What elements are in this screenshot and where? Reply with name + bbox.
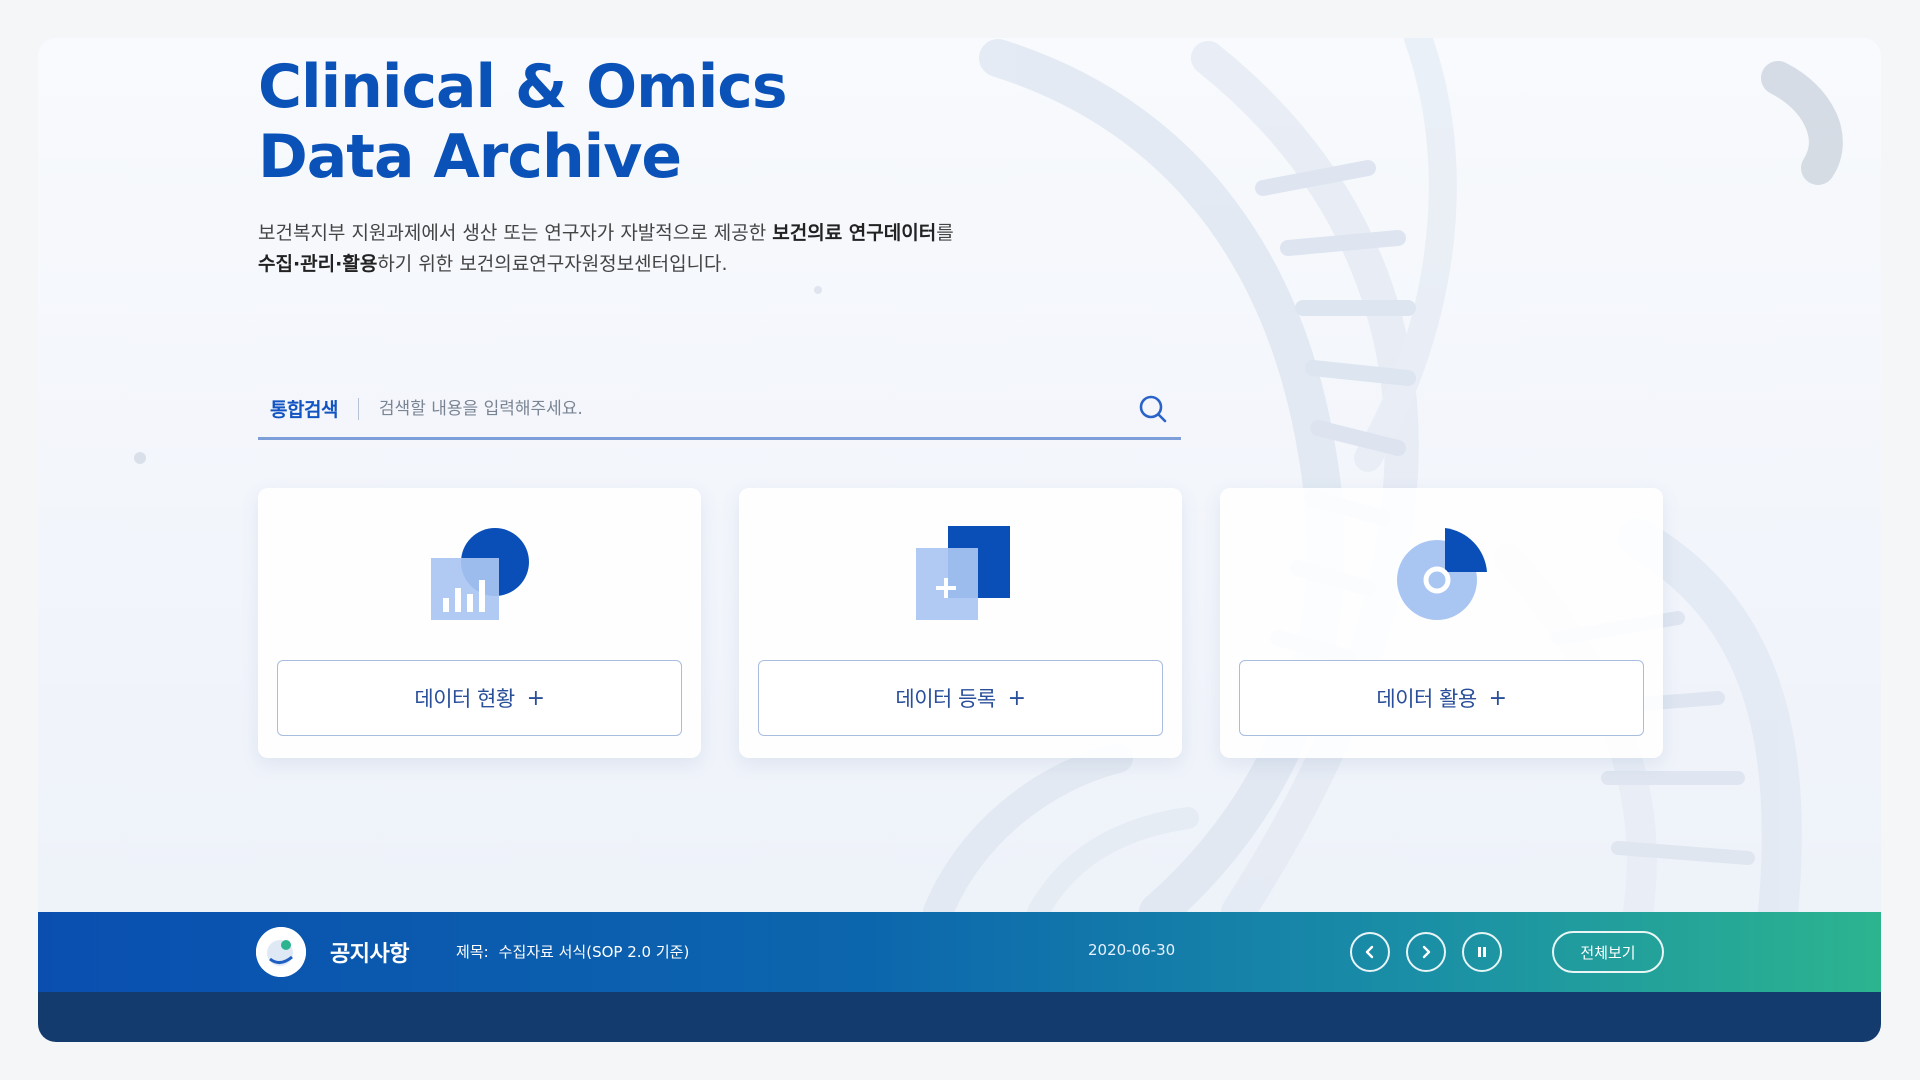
bar-chart-icon xyxy=(430,528,529,620)
desc-text-3: 하기 위한 보건의료연구자원정보센터입니다. xyxy=(377,253,728,275)
title-line-2: Data Archive xyxy=(258,122,682,192)
quick-menu-cards: 데이터 현황 + 데이터 등록 + 데이터 활용 + xyxy=(258,488,1663,758)
card-data-register: 데이터 등록 + xyxy=(739,488,1182,758)
plus-icon: + xyxy=(1007,685,1026,711)
card-data-status: 데이터 현황 + xyxy=(258,488,701,758)
hero-section: Clinical & Omics Data Archive 보건복지부 지원과제… xyxy=(38,38,1881,912)
desc-text-2: 를 xyxy=(936,222,954,244)
notice-item-label: 제목: xyxy=(456,943,489,961)
pause-icon[interactable] xyxy=(1462,932,1502,972)
desc-text-1: 보건복지부 지원과제에서 생산 또는 연구자가 자발적으로 제공한 xyxy=(258,222,773,244)
notice-date: 2020-06-30 xyxy=(1088,941,1176,959)
notice-logo-icon xyxy=(256,927,306,977)
chevron-left-icon[interactable] xyxy=(1350,932,1390,972)
card-data-utilize: 데이터 활용 + xyxy=(1220,488,1663,758)
search-icon[interactable] xyxy=(1131,387,1175,431)
desc-bold-1: 보건의료 연구데이터 xyxy=(772,222,937,244)
search-label: 통합검색 xyxy=(270,399,338,421)
plus-icon: + xyxy=(526,685,545,711)
notice-title: 공지사항 xyxy=(330,942,409,967)
hero-description: 보건복지부 지원과제에서 생산 또는 연구자가 자발적으로 제공한 보건의료 연… xyxy=(258,218,1218,280)
data-utilize-label: 데이터 활용 xyxy=(1376,687,1477,711)
notice-item-text: 수집자료 서식(SOP 2.0 기준) xyxy=(498,943,690,961)
data-register-label: 데이터 등록 xyxy=(895,687,996,711)
chevron-right-icon[interactable] xyxy=(1406,932,1446,972)
page-frame: Clinical & Omics Data Archive 보건복지부 지원과제… xyxy=(38,38,1881,1042)
data-status-button[interactable]: 데이터 현황 + xyxy=(277,660,682,736)
data-register-button[interactable]: 데이터 등록 + xyxy=(758,660,1163,736)
title-line-1: Clinical & Omics xyxy=(258,52,788,122)
desc-bold-2: 수집·관리·활용 xyxy=(258,253,378,275)
data-utilize-button[interactable]: 데이터 활용 + xyxy=(1239,660,1644,736)
pie-chart-icon xyxy=(1396,528,1487,620)
data-status-label: 데이터 현황 xyxy=(414,687,515,711)
notice-bar: 공지사항 제목: 수집자료 서식(SOP 2.0 기준) 2020-06-30 전… xyxy=(38,912,1881,992)
view-all-button[interactable]: 전체보기 xyxy=(1552,931,1664,973)
search-divider xyxy=(357,397,359,420)
integrated-search-bar: 통합검색 xyxy=(258,380,1181,440)
footer-band xyxy=(38,992,1881,1042)
notice-item-link[interactable]: 제목: 수집자료 서식(SOP 2.0 기준) xyxy=(456,941,689,962)
plus-icon: + xyxy=(1488,685,1507,711)
document-add-icon xyxy=(915,526,1010,620)
page-title: Clinical & Omics Data Archive xyxy=(258,52,788,192)
search-input[interactable] xyxy=(378,388,1131,429)
